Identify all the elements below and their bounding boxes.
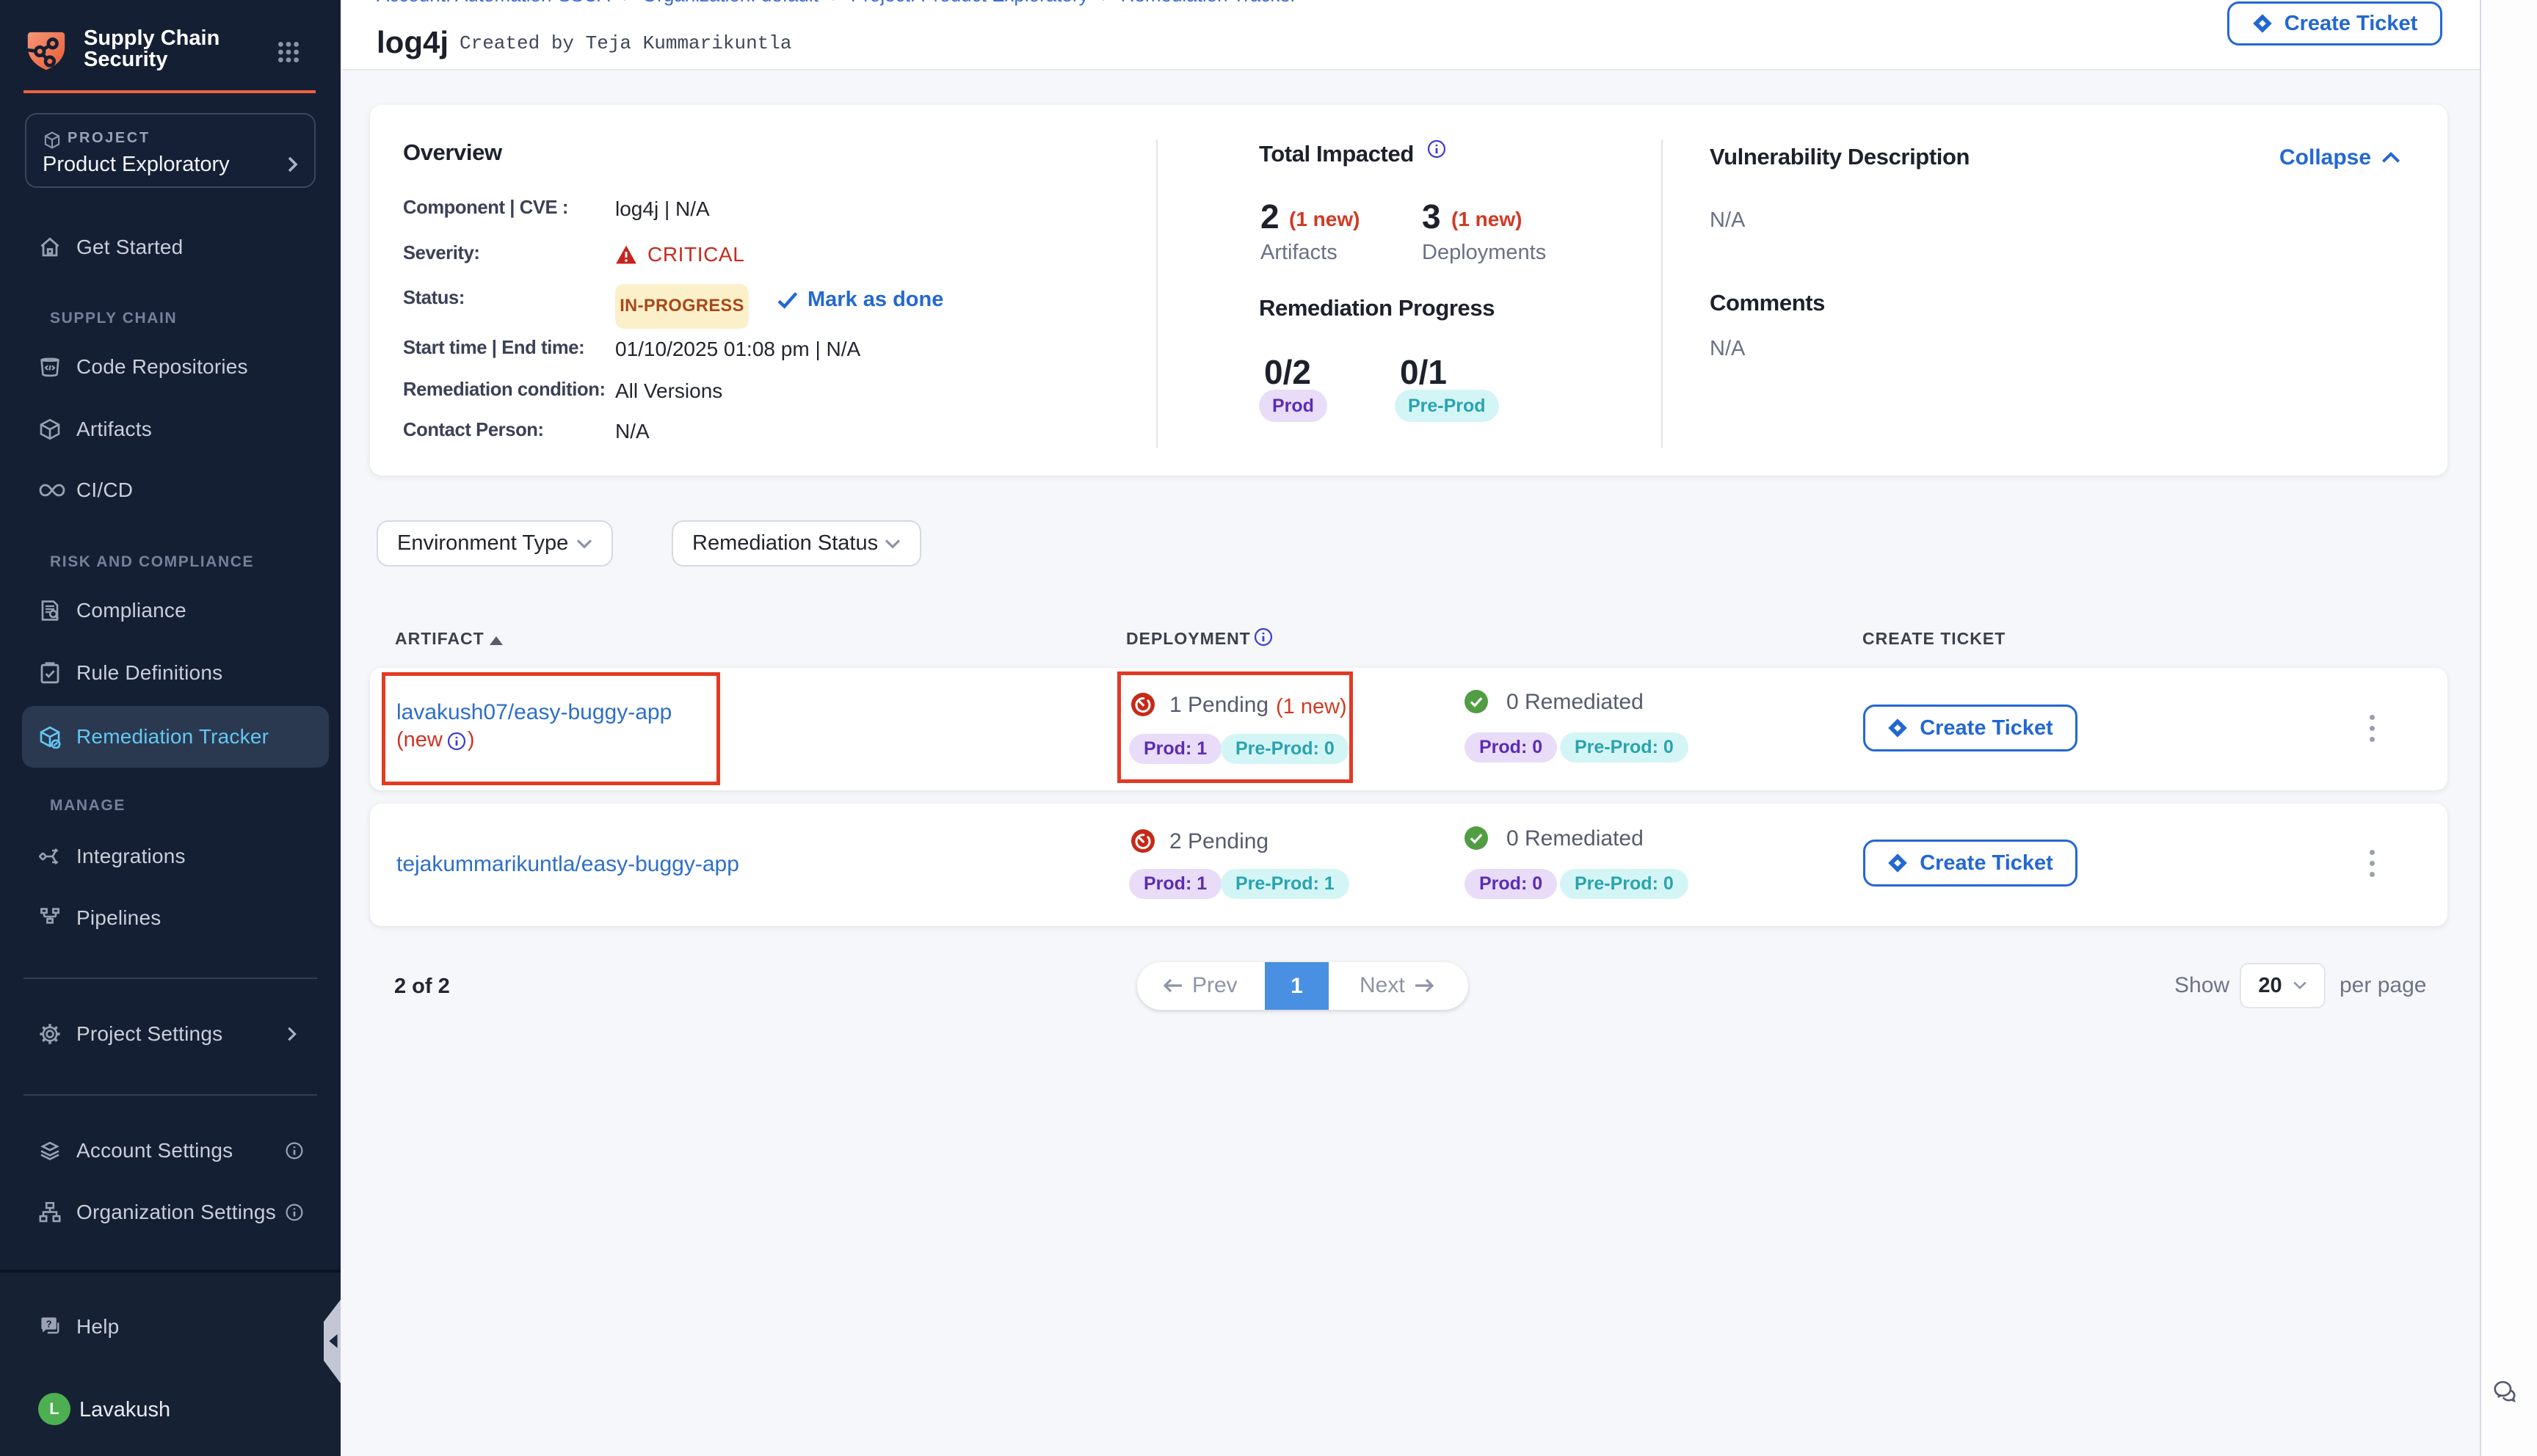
svg-text:?: ? <box>46 1319 52 1330</box>
